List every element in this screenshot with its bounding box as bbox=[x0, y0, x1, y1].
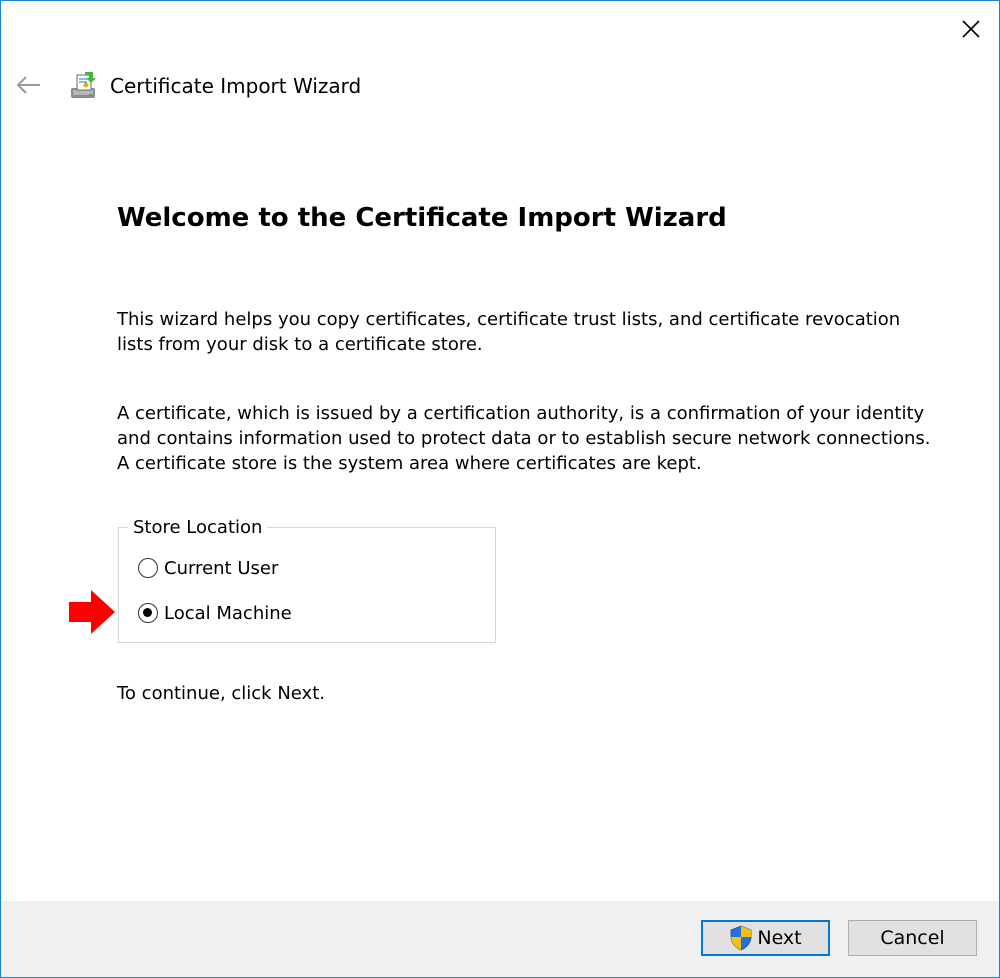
radio-label-local-machine: Local Machine bbox=[164, 602, 292, 624]
certificate-description-paragraph: A certificate, which is issued by a cert… bbox=[117, 403, 931, 474]
next-button-label: Next bbox=[757, 927, 802, 949]
cancel-button-label: Cancel bbox=[880, 927, 945, 949]
wizard-window: Certificate Import Wizard Welcome to the… bbox=[0, 0, 1000, 978]
intro-paragraph: This wizard helps you copy certificates,… bbox=[117, 309, 901, 355]
radio-button-current-user[interactable] bbox=[138, 558, 158, 578]
certificate-wizard-icon bbox=[71, 72, 96, 98]
back-button[interactable] bbox=[13, 69, 45, 101]
close-button[interactable] bbox=[953, 11, 989, 47]
close-icon bbox=[962, 20, 980, 38]
store-location-legend: Store Location bbox=[128, 515, 268, 540]
radio-current-user[interactable]: Current User bbox=[138, 554, 278, 582]
red-arrow-icon bbox=[69, 590, 115, 634]
page-heading: Welcome to the Certificate Import Wizard bbox=[117, 203, 727, 233]
back-arrow-icon bbox=[16, 76, 40, 94]
window-title: Certificate Import Wizard bbox=[110, 74, 362, 98]
radio-button-local-machine[interactable] bbox=[138, 603, 158, 623]
next-button[interactable]: Next bbox=[701, 920, 830, 956]
uac-shield-icon bbox=[730, 925, 752, 951]
continue-instruction: To continue, click Next. bbox=[117, 683, 325, 704]
radio-label-current-user: Current User bbox=[164, 557, 279, 579]
radio-local-machine[interactable]: Local Machine bbox=[138, 599, 292, 627]
cancel-button[interactable]: Cancel bbox=[848, 920, 977, 956]
